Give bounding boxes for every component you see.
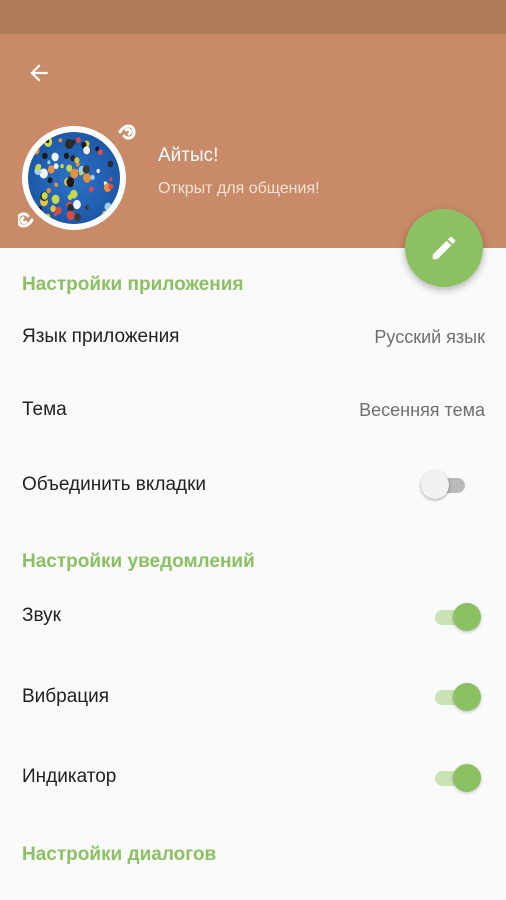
toggle-thumb — [453, 683, 481, 711]
edit-profile-button[interactable] — [405, 209, 483, 287]
toggle-thumb — [453, 764, 481, 792]
section-title-app: Настройки приложения — [22, 274, 244, 295]
theme-value: Весенняя тема — [359, 400, 485, 420]
avatar[interactable] — [18, 122, 142, 230]
indicator-toggle[interactable] — [431, 761, 483, 795]
arrow-left-icon — [30, 64, 48, 82]
profile-status: Открыт для общения! — [158, 180, 320, 197]
language-value: Русский язык — [374, 327, 485, 347]
section-title-dialogs: Настройки диалогов — [22, 844, 217, 865]
pencil-icon — [432, 236, 456, 260]
vibration-toggle[interactable] — [431, 680, 483, 714]
toggle-thumb — [453, 603, 481, 631]
profile-name: Айтыс! — [158, 145, 219, 166]
merge-tabs-toggle[interactable] — [421, 468, 473, 502]
toggle-thumb — [421, 471, 449, 499]
back-button[interactable] — [22, 56, 56, 90]
indicator-label: Индикатор — [22, 766, 117, 787]
merge-tabs-label: Объединить вкладки — [22, 474, 207, 495]
section-title-notifications: Настройки уведомлений — [22, 551, 255, 572]
sound-label: Звук — [22, 605, 61, 626]
avatar-ring — [22, 126, 126, 230]
avatar-image — [28, 132, 120, 224]
language-label: Язык приложения — [22, 326, 180, 347]
status-bar — [0, 0, 506, 34]
theme-label: Тема — [22, 399, 67, 420]
sound-toggle[interactable] — [431, 600, 483, 634]
vibration-label: Вибрация — [22, 686, 110, 707]
